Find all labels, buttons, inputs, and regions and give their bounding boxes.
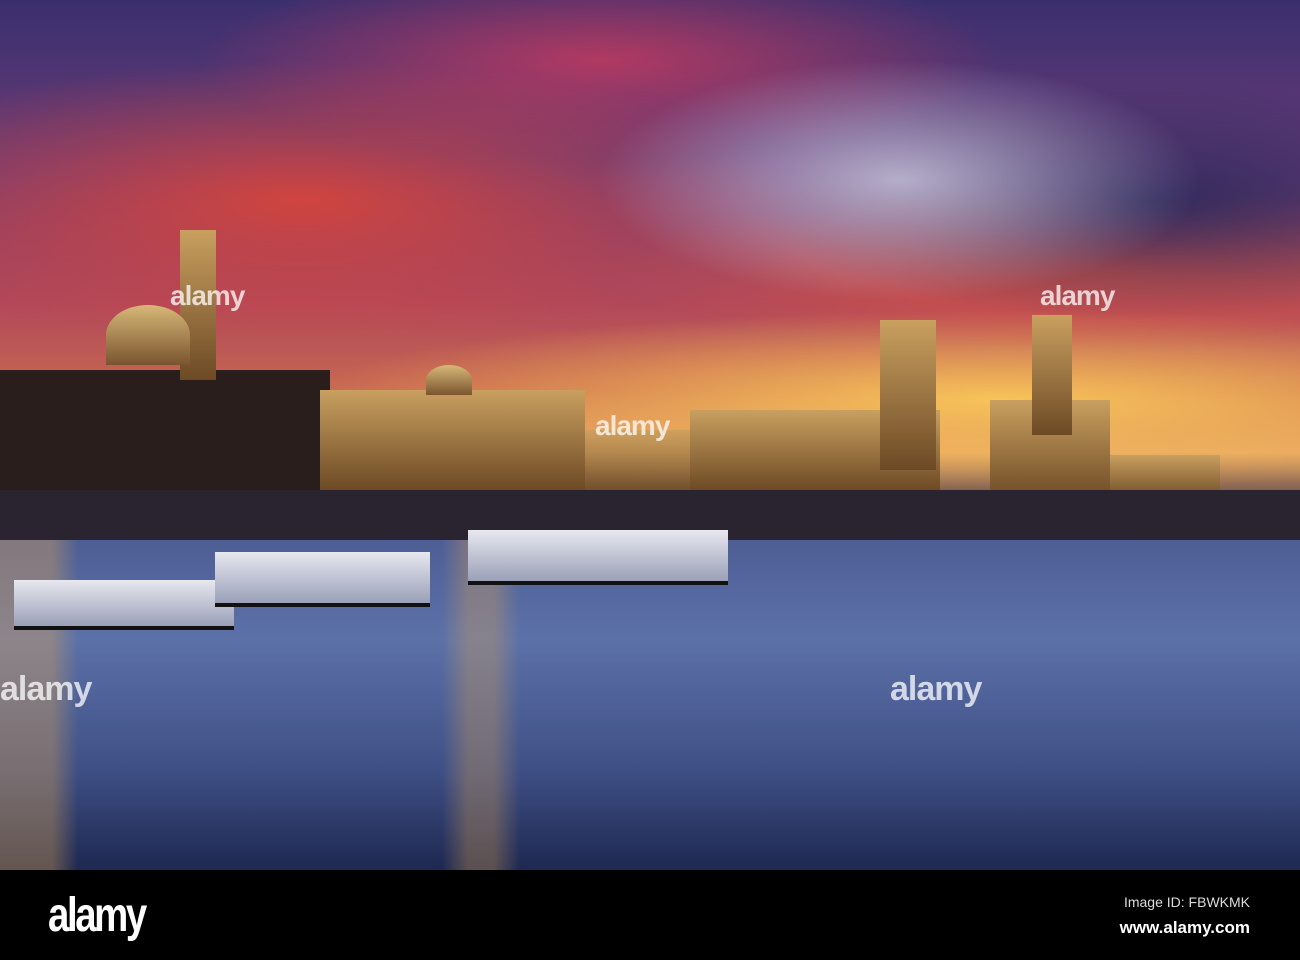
watermark: alamy — [890, 670, 982, 708]
alamy-logo: alamy — [48, 889, 147, 942]
watermark: alamy — [0, 670, 92, 708]
image-id: Image ID: FBWKMK — [1123, 894, 1250, 910]
website-link[interactable]: www.alamy.com — [1120, 918, 1250, 938]
photo-dresden-skyline-sunset: alamy alamy alamy alamy alamy — [0, 0, 1300, 870]
watermark: alamy — [170, 280, 245, 311]
footer-bar: alamy Image ID: FBWKMK www.alamy.com — [0, 870, 1300, 960]
watermark: alamy — [595, 410, 670, 441]
watermark: alamy — [1040, 280, 1115, 311]
